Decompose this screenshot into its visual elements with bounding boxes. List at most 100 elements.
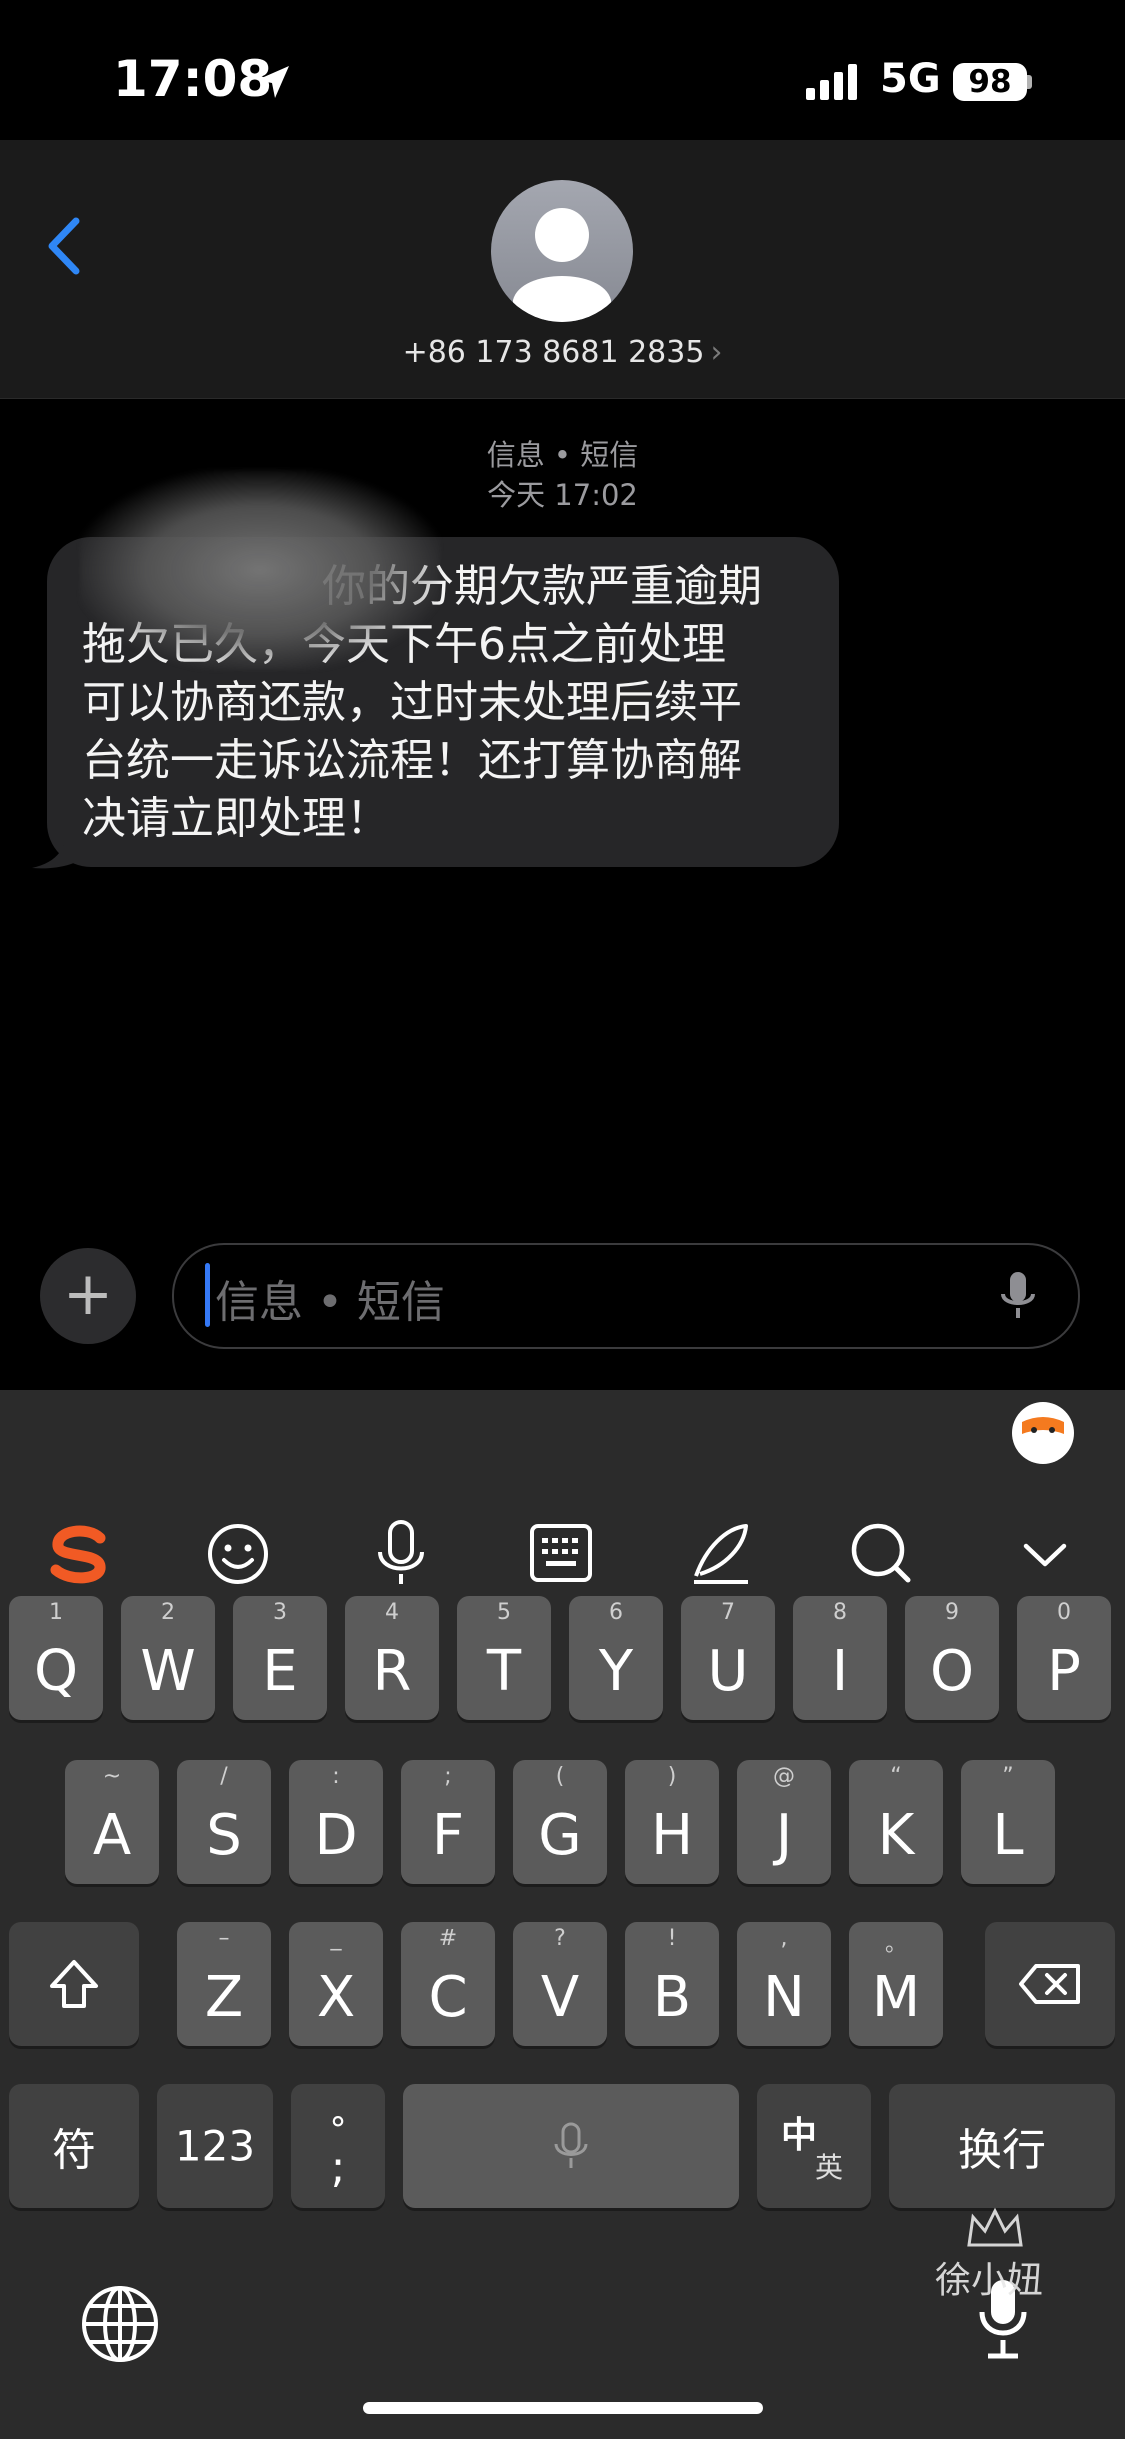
key-g[interactable]: (G: [513, 1760, 607, 1884]
watermark-text: 徐小妞: [935, 2260, 1044, 2301]
input-placeholder: 信息 • 短信: [215, 1277, 445, 1328]
key-label: 符: [52, 2125, 96, 2176]
key-q[interactable]: 1Q: [9, 1596, 103, 1720]
message-line: 决请立即处理！: [82, 793, 390, 844]
key-hint: !: [667, 1926, 677, 1951]
key-label: B: [652, 1965, 692, 2030]
backspace-key[interactable]: [985, 1922, 1115, 2046]
key-x[interactable]: _ X: [289, 1922, 383, 2046]
key-label: G: [538, 1803, 582, 1868]
key-label: R: [372, 1639, 412, 1704]
key-p[interactable]: 0P: [1017, 1596, 1111, 1720]
key-hint: /: [220, 1764, 228, 1789]
contact-avatar[interactable]: [491, 180, 633, 322]
key-i[interactable]: 8I: [793, 1596, 887, 1720]
key-hint: (: [555, 1764, 565, 1789]
key-label: K: [877, 1803, 915, 1868]
key-c[interactable]: # C: [401, 1922, 495, 2046]
person-icon: [513, 208, 611, 322]
key-label: Z: [204, 1965, 244, 2030]
key-z[interactable]: – Z: [177, 1922, 271, 2046]
key-label: A: [92, 1803, 132, 1868]
key-hint: 1: [49, 1600, 63, 1625]
key-label: T: [486, 1639, 522, 1704]
key-r[interactable]: 4R: [345, 1596, 439, 1720]
key-label: L: [992, 1803, 1024, 1868]
voice-input-icon[interactable]: [366, 1518, 436, 1588]
emoji-icon[interactable]: [204, 1518, 274, 1588]
language-toggle-key[interactable]: 中 英: [757, 2084, 871, 2208]
handwriting-icon[interactable]: [686, 1518, 756, 1588]
key-hint: ”: [1002, 1764, 1014, 1789]
back-chevron-icon[interactable]: [44, 215, 84, 277]
sogou-logo-icon[interactable]: [44, 1518, 114, 1588]
key-label: I: [831, 1639, 849, 1704]
key-t[interactable]: 5T: [457, 1596, 551, 1720]
microphone-icon[interactable]: [998, 1270, 1038, 1322]
key-label: O: [929, 1639, 975, 1704]
key-v[interactable]: ? V: [513, 1922, 607, 2046]
shift-arrow-icon: [50, 1960, 98, 2008]
network-type: 5G: [880, 56, 941, 102]
key-hint: 6: [609, 1600, 623, 1625]
key-e[interactable]: 3E: [233, 1596, 327, 1720]
location-arrow-icon: [257, 66, 289, 98]
keyboard-layout-icon[interactable]: [526, 1518, 596, 1588]
chevron-right-icon: ›: [710, 335, 723, 370]
key-label: 123: [174, 2121, 256, 2171]
contact-number-text: +86 173 8681 2835: [402, 335, 705, 370]
key-d[interactable]: :D: [289, 1760, 383, 1884]
key-n[interactable]: ,N: [737, 1922, 831, 2046]
key-hint: @: [773, 1764, 795, 1789]
key-m[interactable]: 。 M: [849, 1922, 943, 2046]
key-hint: 3: [273, 1600, 287, 1625]
punctuation-key[interactable]: ° ;: [291, 2084, 385, 2208]
key-label: P: [1047, 1639, 1081, 1704]
key-o[interactable]: 9O: [905, 1596, 999, 1720]
key-u[interactable]: 7U: [681, 1596, 775, 1720]
key-label-top: 中: [781, 2115, 818, 2156]
key-hint: #: [438, 1926, 458, 1951]
key-f[interactable]: ; F: [401, 1760, 495, 1884]
search-icon[interactable]: [846, 1518, 916, 1588]
key-label: W: [140, 1639, 196, 1704]
key-a[interactable]: ~ A: [65, 1760, 159, 1884]
key-hint: 2: [161, 1600, 175, 1625]
key-hint: –: [218, 1926, 230, 1951]
mascot-icon[interactable]: [1010, 1400, 1076, 1466]
text-cursor: [205, 1263, 210, 1327]
key-s[interactable]: / S: [177, 1760, 271, 1884]
add-attachment-button[interactable]: +: [40, 1248, 136, 1344]
key-label: N: [763, 1965, 805, 2030]
key-hint: ;: [444, 1764, 452, 1789]
key-hint: ,: [780, 1926, 788, 1951]
key-w[interactable]: 2W: [121, 1596, 215, 1720]
message-line: 台统一走诉讼流程！还打算协商解: [82, 735, 742, 786]
key-label: E: [262, 1639, 298, 1704]
key-h[interactable]: ) H: [625, 1760, 719, 1884]
key-b[interactable]: ! B: [625, 1922, 719, 2046]
bubble-tail: [32, 820, 88, 869]
key-hint: “: [890, 1764, 902, 1789]
collapse-chevron-icon[interactable]: [1010, 1518, 1080, 1588]
contact-number[interactable]: +86 173 8681 2835 ›: [0, 335, 1125, 370]
key-y[interactable]: 6Y: [569, 1596, 663, 1720]
crown-icon: [967, 2207, 1023, 2247]
shift-key[interactable]: [9, 1922, 139, 2046]
key-hint: 0: [1057, 1600, 1071, 1625]
key-label: D: [314, 1803, 358, 1868]
numbers-key[interactable]: 123: [157, 2084, 273, 2208]
key-hint: _: [330, 1926, 342, 1951]
key-l[interactable]: ” L: [961, 1760, 1055, 1884]
key-hint: ~: [102, 1764, 122, 1789]
space-key[interactable]: [403, 2084, 739, 2208]
key-label-bottom: 英: [815, 2151, 844, 2184]
key-hint: 4: [385, 1600, 399, 1625]
message-line: 可以协商还款，过时未处理后续平: [82, 677, 742, 728]
key-j[interactable]: @ J: [737, 1760, 831, 1884]
home-indicator: [363, 2402, 763, 2414]
globe-icon[interactable]: [80, 2284, 160, 2364]
symbols-key[interactable]: 符: [9, 2084, 139, 2208]
return-key[interactable]: 换行: [889, 2084, 1115, 2208]
key-k[interactable]: “K: [849, 1760, 943, 1884]
